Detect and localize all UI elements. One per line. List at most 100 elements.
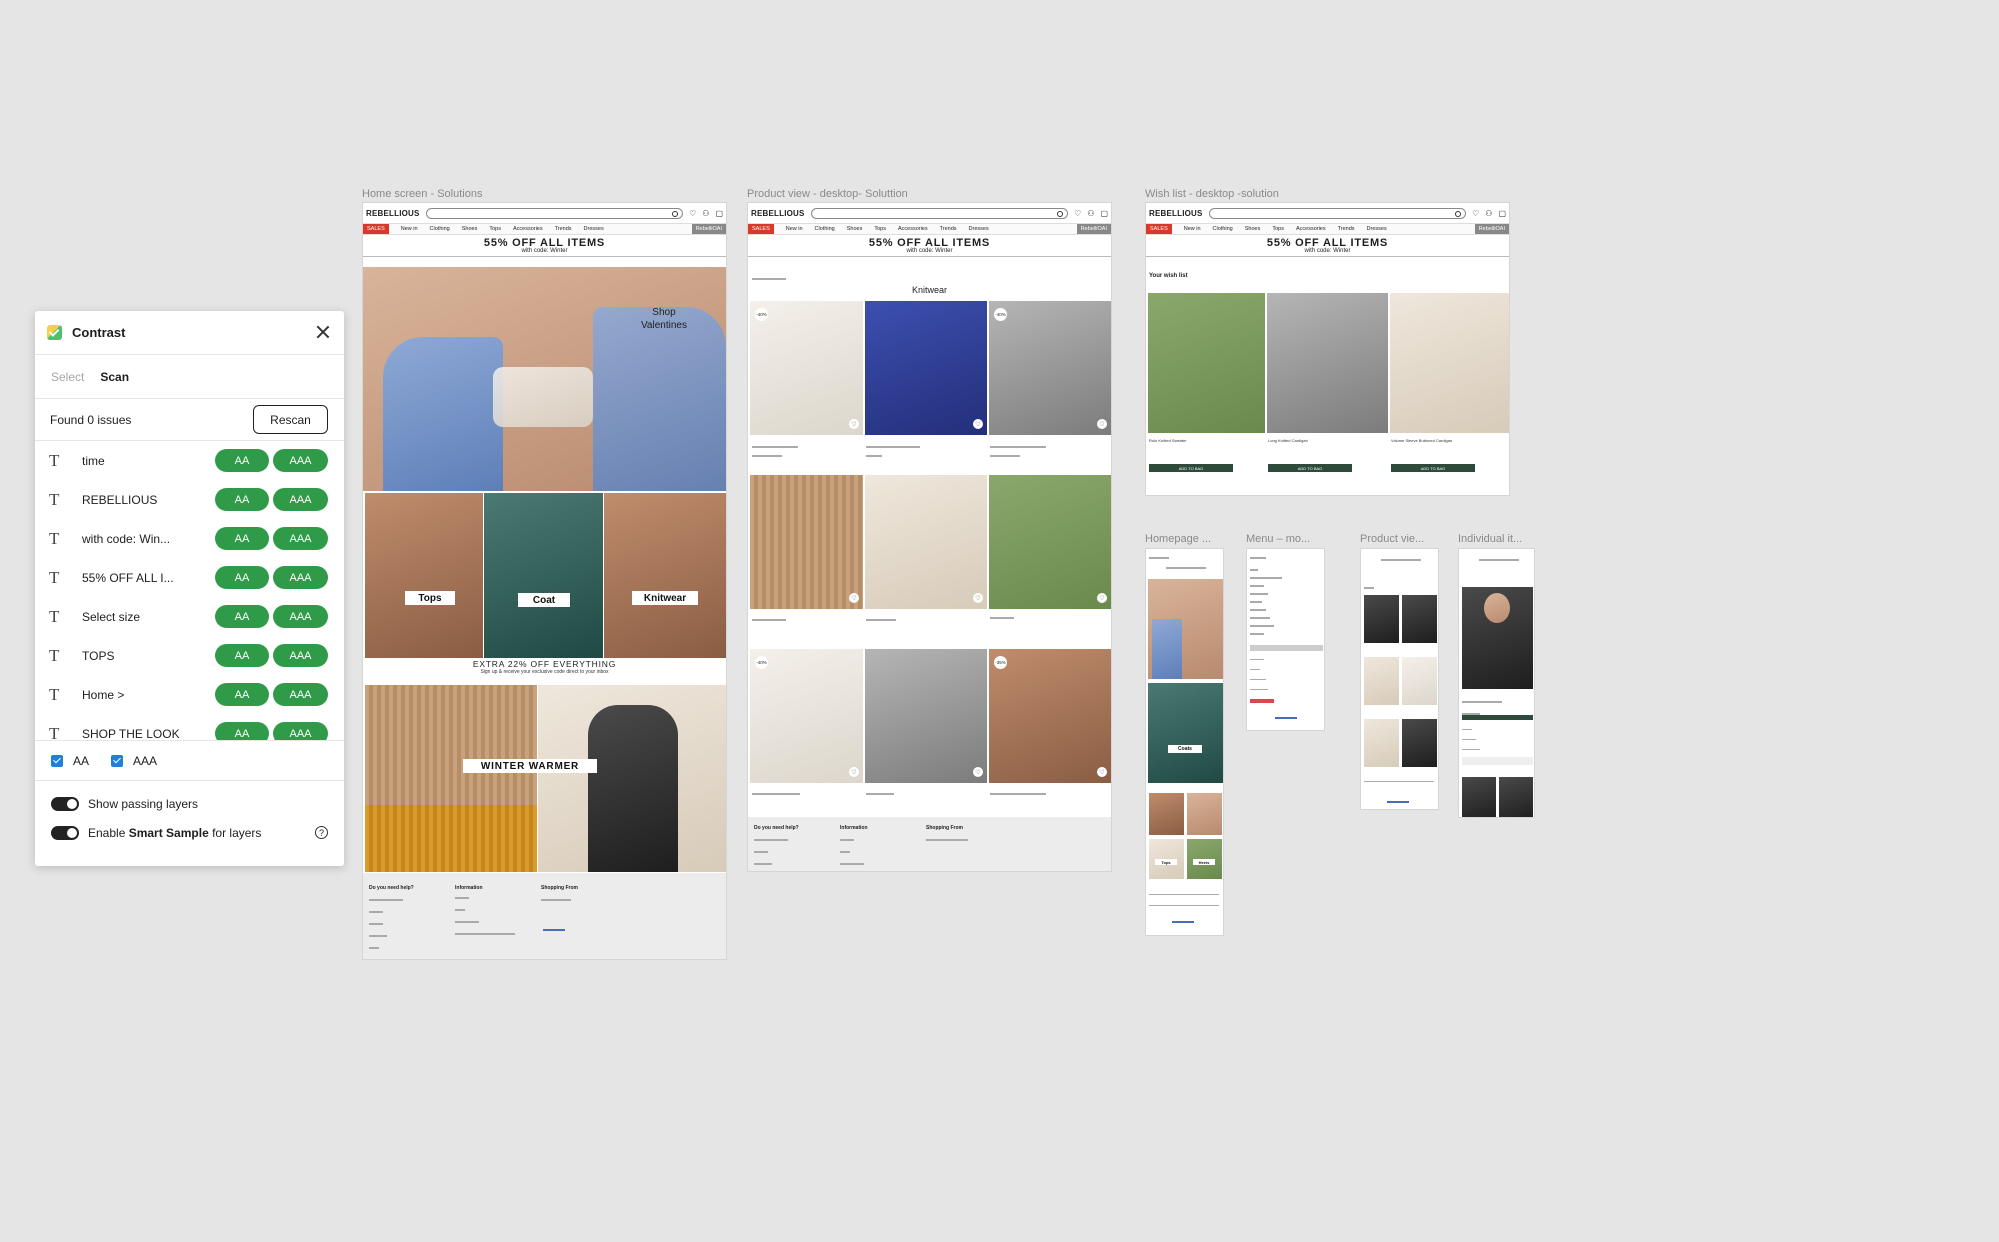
homepage-mobile-frame[interactable]: Coats Tops Heels [1145,548,1224,936]
header-icons: ♡ ⚇ ▢ [689,209,723,218]
user-icon: ⚇ [1485,208,1493,218]
product-card[interactable]: -40% ♡ [989,301,1111,435]
contrast-plugin-panel: Contrast Select Scan Found 0 issues Resc… [35,311,344,866]
product-card[interactable]: -40% ♡ [750,301,863,435]
show-passing-toggle[interactable] [51,796,79,811]
text-layer-icon: T [49,489,60,509]
panel-header: Contrast [35,311,344,355]
text-layer-icon: T [49,684,60,704]
nav-sales: SALES [363,224,389,234]
site-nav: SALES New in Clothing Shoes Tops Accessories… [363,223,726,235]
heart-icon: ♡ [973,419,983,429]
bag-icon: ▢ [715,208,723,218]
frame-label-home[interactable]: Home screen - Solutions [362,188,482,200]
heart-icon: ♡ [973,593,983,603]
aaa-pass-badge: AAA [273,488,328,511]
promo-banner: 55% OFF ALL ITEMS with code: Winter [363,235,726,257]
aaa-pass-badge: AAA [273,527,328,550]
wishlist-item[interactable] [1148,293,1265,433]
site-nav: SALES New in Clothing Shoes Tops Accessories… [748,223,1111,235]
product-view-frame[interactable]: REBELLIOUS ♡ ⚇ ▢ SALES New in Clothing Shoes… [747,202,1112,872]
product-card[interactable]: ♡ [865,301,987,435]
layer-name: time [82,453,105,468]
show-passing-label: Show passing layers [88,796,199,811]
wishlist-item[interactable] [1390,293,1509,433]
layer-row[interactable]: Ttime AA AAA [35,441,344,480]
bag-icon: ▢ [1100,208,1108,218]
layer-name: SHOP THE LOOK [82,726,180,741]
close-icon[interactable] [314,323,332,341]
add-to-bag-button[interactable]: ADD TO BAG [1391,464,1475,472]
frame-label-product[interactable]: Product view - desktop- Soluttion [747,188,908,200]
product-card[interactable]: -40% ♡ [750,649,863,783]
layer-row[interactable]: T TOPS AA AAA [35,636,344,675]
menu-mobile-frame[interactable] [1246,548,1325,731]
individual-item-mobile-frame[interactable] [1458,548,1535,818]
text-layer-icon: T [49,567,60,587]
product-mobile-frame[interactable] [1360,548,1439,810]
search-input [425,207,684,219]
product-card[interactable]: ♡ [989,475,1111,609]
layer-name: TOPS [82,648,115,663]
layer-results-list[interactable]: Ttime AA AAA T REBELLIOUS AA AAA Twith code: … [35,441,344,741]
header-icons: ♡ ⚇ ▢ [1074,209,1108,218]
issues-count: Found 0 issues [50,412,132,427]
product-card[interactable]: ♡ [865,649,987,783]
site-header: REBELLIOUS ♡ ⚇ ▢ [363,203,726,223]
layer-name: REBELLIOUS [82,492,158,507]
product-card[interactable]: -35% ♡ [989,649,1111,783]
frame-label-product-mobile[interactable]: Product vie... [1360,533,1424,545]
smart-sample-toggle[interactable] [51,825,79,840]
wishlist-frame[interactable]: REBELLIOUS ♡ ⚇ ▢ SALES New in Clothing Shoes… [1145,202,1510,496]
layer-row[interactable]: T SHOP THE LOOK AA AAA [35,714,344,741]
promo-banner: 55% OFF ALL ITEMS with code: Winter [1146,235,1509,257]
search-input [1208,207,1467,219]
knit-image [365,685,537,872]
heart-icon: ♡ [1472,208,1480,218]
smart-sample-label: Enable Smart Sample for layers [88,825,262,840]
layer-row[interactable]: T 55% OFF ALL I... AA AAA [35,558,344,597]
user-icon: ⚇ [702,208,710,218]
layer-row[interactable]: T REBELLIOUS AA AAA [35,480,344,519]
tab-scan[interactable]: Scan [100,370,129,384]
add-to-bag-button[interactable]: ADD TO BAG [1149,464,1233,472]
text-layer-icon: T [49,528,60,548]
frame-label-individual-mobile[interactable]: Individual it... [1458,533,1522,545]
wishlist-item[interactable] [1267,293,1388,433]
heart-icon: ♡ [1074,208,1082,218]
scan-summary: Found 0 issues Rescan [35,399,344,441]
aa-pass-badge: AA [215,644,269,667]
add-to-bag-button[interactable]: ADD TO BAG [1268,464,1352,472]
frame-label-wishlist[interactable]: Wish list - desktop -solution [1145,188,1279,200]
site-footer: Do you need help? Information Shopping F… [748,817,1111,871]
home-screen-frame[interactable]: REBELLIOUS ♡ ⚇ ▢ SALES New in Clothing Shoes… [362,202,727,960]
help-icon[interactable]: ? [315,826,328,839]
product-card[interactable]: ♡ [750,475,863,609]
aa-checkbox-label: AA [73,753,90,768]
user-icon: ⚇ [1087,208,1095,218]
frame-label-menu-mobile[interactable]: Menu – mo... [1246,533,1310,545]
aaa-checkbox-label: AAA [133,753,158,768]
layer-row[interactable]: Twith code: Win... AA AAA [35,519,344,558]
product-card[interactable]: ♡ [865,475,987,609]
layer-row[interactable]: T Select size AA AAA [35,597,344,636]
heart-icon: ♡ [689,208,697,218]
heart-icon: ♡ [1097,767,1107,777]
coat-tile: Coat [484,493,603,658]
site-footer: Do you need help? Information Shopping F… [363,873,726,959]
layer-row[interactable]: T Home > AA AAA [35,675,344,714]
rescan-button[interactable]: Rescan [253,405,328,434]
show-passing-row: Show passing layers [35,789,344,818]
aaa-checkbox[interactable] [111,754,124,767]
frame-label-homepage-mobile[interactable]: Homepage ... [1145,533,1211,545]
search-input [810,207,1069,219]
text-layer-icon: T [49,645,60,665]
smart-sample-row: Enable Smart Sample for layers ? [35,818,344,847]
aaa-pass-badge: AAA [273,644,328,667]
aa-checkbox[interactable] [51,754,63,767]
heart-icon: ♡ [1097,419,1107,429]
aa-pass-badge: AA [215,527,269,550]
aaa-pass-badge: AAA [273,683,328,706]
aaa-pass-badge: AAA [273,722,328,740]
tab-select[interactable]: Select [51,370,84,384]
